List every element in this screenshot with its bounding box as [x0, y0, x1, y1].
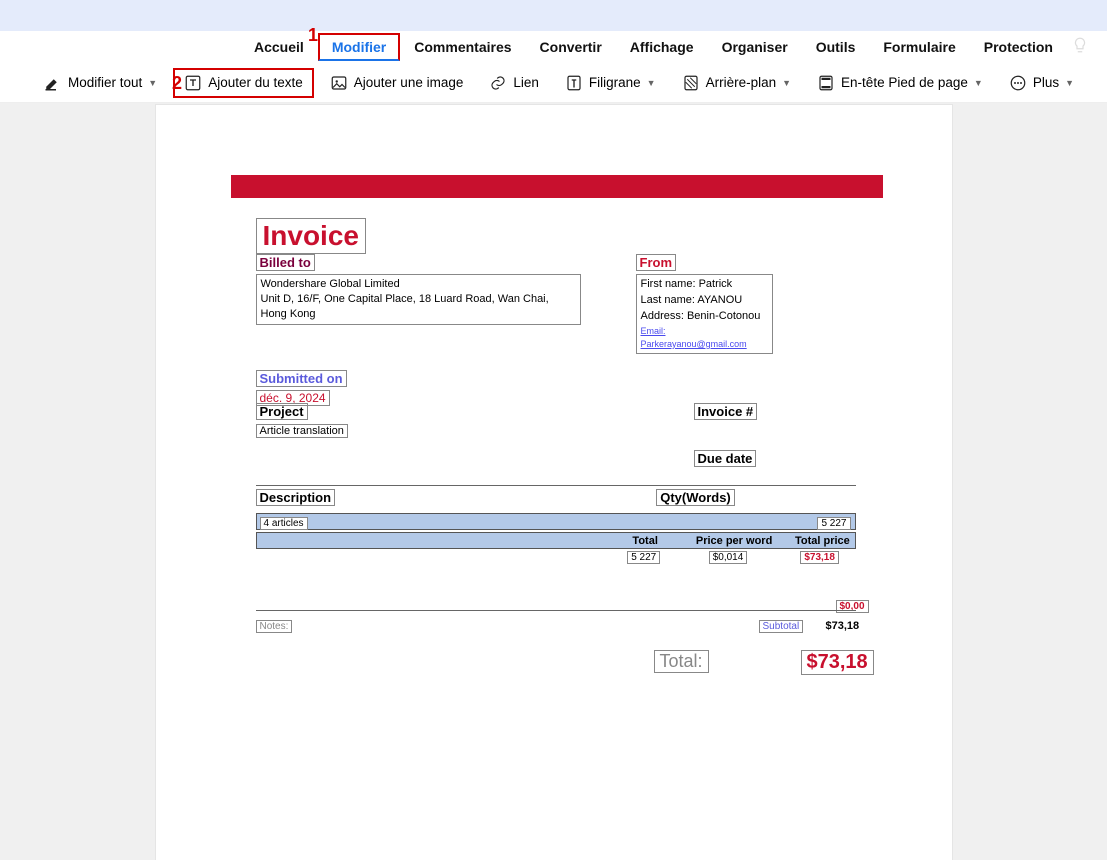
more-button[interactable]: Plus ▼	[999, 69, 1084, 97]
link-button[interactable]: Lien	[479, 69, 549, 97]
project-value: Article translation	[256, 424, 348, 438]
link-label: Lien	[513, 75, 539, 90]
billed-to-block[interactable]: Billed to Wondershare Global Limited Uni…	[256, 254, 581, 325]
total-tp: $73,18	[800, 551, 839, 564]
link-icon	[489, 74, 507, 92]
text-icon	[184, 74, 202, 92]
col-qty: Qty(Words)	[656, 489, 735, 506]
menu-bar: 1 Accueil Modifier Commentaires Converti…	[0, 31, 1107, 63]
headerfooter-icon	[817, 74, 835, 92]
watermark-button[interactable]: Filigrane ▼	[555, 69, 666, 97]
notes-label[interactable]: Notes:	[256, 620, 293, 633]
from-body: First name: Patrick Last name: AYANOU Ad…	[636, 274, 773, 354]
col-tp: Total price	[790, 535, 854, 547]
background-icon	[682, 74, 700, 92]
header-footer-button[interactable]: En-tête Pied de page ▼	[807, 69, 993, 97]
item-desc: 4 articles	[260, 517, 308, 530]
more-icon	[1009, 74, 1027, 92]
workspace: Invoice Billed to Wondershare Global Lim…	[0, 103, 1107, 860]
total-ppw: $0,014	[709, 551, 748, 564]
document-page[interactable]: Invoice Billed to Wondershare Global Lim…	[156, 105, 952, 860]
chevron-down-icon: ▼	[974, 78, 983, 88]
bulb-icon[interactable]	[1071, 36, 1089, 59]
items-table[interactable]: Description Qty(Words) 4 articles 5 227 …	[256, 485, 856, 564]
totals-row: 5 227 $0,014 $73,18	[256, 551, 856, 564]
watermark-label: Filigrane	[589, 75, 641, 90]
col-description: Description	[256, 489, 336, 506]
billed-line-1: Wondershare Global Limited	[261, 277, 576, 292]
from-header: From	[636, 254, 677, 271]
annotation-1: 1	[308, 25, 318, 46]
from-block[interactable]: From First name: Patrick Last name: AYAN…	[636, 254, 773, 354]
submitted-header: Submitted on	[256, 370, 347, 387]
tab-affichage[interactable]: Affichage	[616, 33, 708, 61]
annotation-2: 2	[172, 73, 182, 94]
table-header-row: Description Qty(Words)	[256, 489, 856, 507]
table-top-rule	[256, 485, 856, 486]
zero-value[interactable]: $0,00	[836, 600, 869, 613]
add-image-label: Ajouter une image	[354, 75, 464, 90]
tab-protection[interactable]: Protection	[970, 33, 1067, 61]
image-icon	[330, 74, 348, 92]
subtotal-value[interactable]: $73,18	[826, 620, 860, 632]
submitted-block[interactable]: Submitted on déc. 9, 2024	[256, 370, 347, 407]
grand-total-value[interactable]: $73,18	[801, 650, 874, 675]
from-email: Email: Parkerayanou@gmail.com	[641, 325, 768, 351]
item-row[interactable]: 4 articles 5 227	[256, 513, 856, 530]
from-lastname: Last name: AYANOU	[641, 293, 768, 309]
tab-outils[interactable]: Outils	[802, 33, 870, 61]
from-address: Address: Benin-Cotonou	[641, 309, 768, 325]
chevron-down-icon: ▼	[148, 78, 157, 88]
tab-accueil[interactable]: Accueil	[240, 33, 318, 61]
tab-modifier[interactable]: Modifier	[318, 33, 400, 61]
add-text-label: Ajouter du texte	[208, 75, 303, 90]
sub-header-row: Total Price per word Total price	[256, 532, 856, 549]
chevron-down-icon: ▼	[647, 78, 656, 88]
item-qty: 5 227	[817, 517, 850, 530]
more-label: Plus	[1033, 75, 1059, 90]
invoice-number-label[interactable]: Invoice #	[694, 403, 758, 420]
billed-to-body: Wondershare Global Limited Unit D, 16/F,…	[256, 274, 581, 325]
tab-formulaire[interactable]: Formulaire	[869, 33, 969, 61]
background-button[interactable]: Arrière-plan ▼	[672, 69, 801, 97]
header-footer-label: En-tête Pied de page	[841, 75, 968, 90]
project-block[interactable]: Project Article translation	[256, 403, 348, 439]
toolbar: 2 Modifier tout ▼ Ajouter du texte Ajout…	[0, 63, 1107, 103]
due-date-label[interactable]: Due date	[694, 450, 757, 467]
billed-to-header: Billed to	[256, 254, 315, 271]
col-total: Total	[562, 535, 678, 547]
pen-icon	[44, 74, 62, 92]
tab-convertir[interactable]: Convertir	[526, 33, 616, 61]
add-image-button[interactable]: Ajouter une image	[320, 69, 474, 97]
billed-line-2: Unit D, 16/F, One Capital Place, 18 Luar…	[261, 292, 576, 322]
separator-rule	[256, 610, 856, 611]
grand-total-label[interactable]: Total:	[654, 650, 709, 673]
watermark-icon	[565, 74, 583, 92]
total-qty: 5 227	[627, 551, 660, 564]
chevron-down-icon: ▼	[1065, 78, 1074, 88]
red-header-bar	[231, 175, 883, 198]
subtotal-label[interactable]: Subtotal	[759, 620, 804, 633]
invoice-title[interactable]: Invoice	[256, 218, 366, 254]
add-text-button[interactable]: Ajouter du texte	[173, 68, 314, 98]
edit-all-label: Modifier tout	[68, 75, 142, 90]
edit-all-button[interactable]: Modifier tout ▼	[34, 69, 167, 97]
background-label: Arrière-plan	[706, 75, 777, 90]
from-firstname: First name: Patrick	[641, 277, 768, 293]
tab-commentaires[interactable]: Commentaires	[400, 33, 525, 61]
project-header: Project	[256, 403, 308, 420]
chevron-down-icon: ▼	[782, 78, 791, 88]
tab-organiser[interactable]: Organiser	[708, 33, 802, 61]
col-ppw: Price per word	[678, 535, 790, 547]
title-band	[0, 0, 1107, 31]
